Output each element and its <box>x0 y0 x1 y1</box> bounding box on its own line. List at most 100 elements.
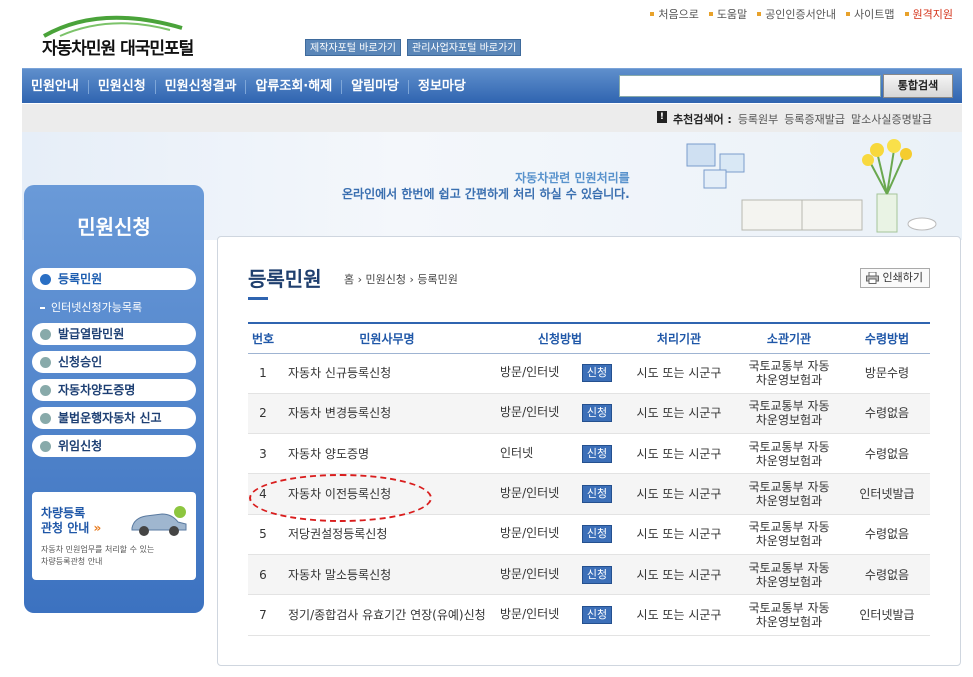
table-row[interactable]: 3 자동차 양도증명 인터넷 신청 시도 또는 시군구 국토교통부 자동 차운영보… <box>248 433 930 475</box>
bullet-icon <box>40 274 51 285</box>
site-logo[interactable]: 자동차민원 대국민포털 <box>40 10 230 60</box>
nav-item-seizure[interactable]: 압류조회·해제 <box>246 79 343 94</box>
top-link-home[interactable]: 처음으로 <box>650 6 699 22</box>
row-no: 5 <box>248 514 278 555</box>
table-row[interactable]: 1 자동차 신규등록신청 방문/인터넷 신청 시도 또는 시군구 국토교통부 자… <box>248 353 930 394</box>
recommend-item[interactable]: 등록원부 <box>738 111 778 127</box>
print-button[interactable]: 인쇄하기 <box>859 268 930 288</box>
apply-button[interactable]: 신청 <box>581 444 613 463</box>
apply-button[interactable]: 신청 <box>581 605 613 624</box>
row-receive: 인터넷발급 <box>844 473 930 515</box>
nav-item-info[interactable]: 정보마당 <box>409 79 475 94</box>
search-button[interactable]: 통합검색 <box>883 74 953 98</box>
col-header-receive: 수령방법 <box>844 322 930 354</box>
bullet-icon <box>40 329 51 340</box>
row-no: 6 <box>248 554 278 596</box>
car-icon <box>131 506 187 536</box>
logo-text: 자동차민원 대국민포털 <box>42 39 194 59</box>
row-method: 방문/인터넷 신청 <box>496 594 624 636</box>
breadcrumb-home[interactable]: 홈 <box>344 273 354 286</box>
title-underline <box>248 297 268 300</box>
bullet-icon <box>757 12 762 16</box>
row-name[interactable]: 자동차 양도증명 <box>278 433 496 475</box>
row-method: 방문/인터넷 신청 <box>496 554 624 596</box>
col-header-method: 신청방법 <box>496 322 624 354</box>
sidebar-item-registration[interactable]: 등록민원 <box>32 268 196 290</box>
page-title: 등록민원 <box>248 267 322 291</box>
apply-button[interactable]: 신청 <box>581 404 613 423</box>
nav-item-guide[interactable]: 민원안내 <box>22 79 89 94</box>
apply-button[interactable]: 신청 <box>581 485 613 504</box>
recommend-label: 추천검색어 : <box>672 113 732 126</box>
row-method: 방문/인터넷 신청 <box>496 393 624 435</box>
row-dept: 국토교통부 자동 차운영보험과 <box>734 473 844 515</box>
search-input[interactable] <box>619 75 881 97</box>
table-row[interactable]: 6 자동차 말소등록신청 방문/인터넷 신청 시도 또는 시군구 국토교통부 자… <box>248 554 930 596</box>
row-agency: 시도 또는 시군구 <box>624 514 734 555</box>
printer-icon <box>865 272 879 284</box>
apply-button[interactable]: 신청 <box>581 364 613 383</box>
row-no: 7 <box>248 594 278 636</box>
nav-item-apply[interactable]: 민원신청 <box>89 79 156 94</box>
chevron-right-icon: » <box>93 521 102 535</box>
table-row[interactable]: 2 자동차 변경등록신청 방문/인터넷 신청 시도 또는 시군구 국토교통부 자… <box>248 393 930 435</box>
content-panel: 등록민원 홈 › 민원신청 › 등록민원 인쇄하기 번호 민원사무명 신청방법 … <box>217 236 961 666</box>
left-sidebar: 민원신청 등록민원 인터넷신청가능목록 발급열람민원 신청승인 자동차양도증명 … <box>24 185 204 613</box>
sidebar-title: 민원신청 <box>77 215 151 239</box>
apply-button[interactable]: 신청 <box>581 565 613 584</box>
row-dept: 국토교통부 자동 차운영보험과 <box>734 433 844 475</box>
top-link-remote-support[interactable]: 원격지원 <box>904 6 953 22</box>
main-nav: 민원안내 민원신청 민원신청결과 압류조회·해제 알림마당 정보마당 통합검색 <box>22 68 962 103</box>
nav-item-result[interactable]: 민원신청결과 <box>156 79 247 94</box>
row-no: 1 <box>248 353 278 394</box>
row-no: 2 <box>248 393 278 435</box>
row-agency: 시도 또는 시군구 <box>624 353 734 394</box>
row-method: 방문/인터넷 신청 <box>496 353 624 394</box>
dash-icon <box>40 307 45 309</box>
row-receive: 인터넷발급 <box>844 594 930 636</box>
row-agency: 시도 또는 시군구 <box>624 594 734 636</box>
row-agency: 시도 또는 시군구 <box>624 554 734 596</box>
top-link-help[interactable]: 도움말 <box>708 6 747 22</box>
sidebar-item-issue[interactable]: 발급열람민원 <box>32 323 196 345</box>
sidebar-item-approval[interactable]: 신청승인 <box>32 351 196 373</box>
sidebar-item-delegation[interactable]: 위임신청 <box>32 435 196 457</box>
manager-portal-link[interactable]: 관리사업자포털 바로가기 <box>407 39 522 56</box>
row-method: 방문/인터넷 신청 <box>496 514 624 555</box>
sidebar-item-illegal-report[interactable]: 불법운행자동차 신고 <box>32 407 196 429</box>
row-method: 방문/인터넷 신청 <box>496 473 624 515</box>
top-link-cert[interactable]: 공인인증서안내 <box>757 6 836 22</box>
bullet-icon <box>40 413 51 424</box>
sidebar-item-transfer-proof[interactable]: 자동차양도증명 <box>32 379 196 401</box>
col-header-name: 민원사무명 <box>278 322 496 354</box>
row-receive: 수령없음 <box>844 514 930 555</box>
recommend-item[interactable]: 말소사실증명발급 <box>851 111 932 127</box>
breadcrumb-apply[interactable]: 민원신청 <box>366 273 406 286</box>
bullet-icon <box>40 441 51 452</box>
row-name[interactable]: 자동차 신규등록신청 <box>278 353 496 394</box>
apply-button[interactable]: 신청 <box>581 525 613 544</box>
banner-illustration-icon <box>686 139 937 233</box>
col-header-dept: 소관기관 <box>734 322 844 354</box>
row-receive: 수령없음 <box>844 393 930 435</box>
highlight-annotation <box>249 474 432 522</box>
col-header-agency: 처리기관 <box>624 322 734 354</box>
recommend-item[interactable]: 등록증재발급 <box>784 111 845 127</box>
bullet-icon <box>650 12 655 16</box>
row-dept: 국토교통부 자동 차운영보험과 <box>734 594 844 636</box>
registration-office-promo[interactable]: 차량등록 관청 안내 » 자동차 민원업무를 처리할 수 있는 차량등록관청 안… <box>32 492 196 580</box>
row-agency: 시도 또는 시군구 <box>624 393 734 435</box>
row-name[interactable]: 정기/종합검사 유효기간 연장(유예)신청 <box>278 594 496 636</box>
row-receive: 방문수령 <box>844 353 930 394</box>
sidebar-subitem-internet-list[interactable]: 인터넷신청가능목록 <box>40 299 142 315</box>
row-name[interactable]: 자동차 말소등록신청 <box>278 554 496 596</box>
nav-item-notice[interactable]: 알림마당 <box>342 79 409 94</box>
table-row[interactable]: 7 정기/종합검사 유효기간 연장(유예)신청 방문/인터넷 신청 시도 또는 … <box>248 594 930 636</box>
bullet-icon <box>904 12 909 16</box>
maker-portal-link[interactable]: 제작자포털 바로가기 <box>305 39 401 56</box>
row-name[interactable]: 자동차 변경등록신청 <box>278 393 496 435</box>
breadcrumb: 홈 › 민원신청 › 등록민원 <box>344 271 458 287</box>
row-agency: 시도 또는 시군구 <box>624 433 734 475</box>
top-link-sitemap[interactable]: 사이트맵 <box>846 6 895 22</box>
chevron-right-icon: › <box>357 273 366 286</box>
